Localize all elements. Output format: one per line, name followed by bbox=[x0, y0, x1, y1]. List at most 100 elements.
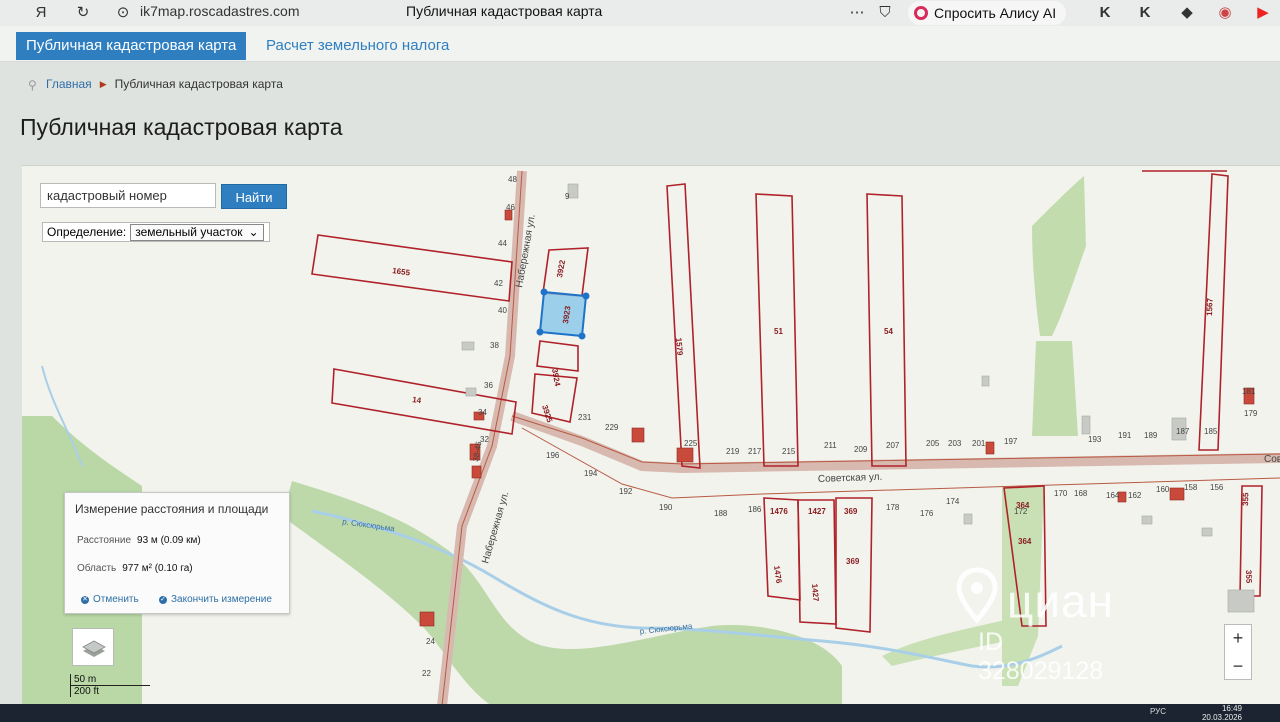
extension-k2-icon[interactable]: K bbox=[1134, 3, 1156, 23]
measure-panel: Измерение расстояния и площади Расстояни… bbox=[64, 492, 290, 614]
measure-vertex[interactable] bbox=[536, 328, 544, 336]
house-number: 34 bbox=[478, 408, 487, 417]
house-number: 225 bbox=[684, 439, 698, 448]
house-number: 170 bbox=[1054, 489, 1068, 498]
parcel[interactable] bbox=[542, 247, 589, 297]
parcel[interactable] bbox=[331, 368, 517, 435]
house-number: 191 bbox=[1118, 431, 1132, 440]
layers-button[interactable] bbox=[72, 628, 114, 666]
definition-select[interactable]: земельный участок ⌄ bbox=[130, 223, 264, 241]
house-number: 217 bbox=[748, 447, 762, 456]
finish-measure-button[interactable]: ✓ Закончить измерение bbox=[159, 594, 272, 605]
parcel-number: 364 bbox=[1018, 537, 1032, 546]
house-number: 186 bbox=[748, 505, 762, 514]
parcel-number: 3922 bbox=[555, 259, 567, 279]
house-number: 38 bbox=[490, 341, 499, 350]
cadastral-map[interactable]: Набережная ул. Набережная ул. Советская ул… bbox=[22, 165, 1280, 705]
building bbox=[1081, 415, 1091, 435]
scale-metric: 50 m bbox=[70, 674, 150, 686]
house-number: 194 bbox=[584, 469, 598, 478]
measure-vertex[interactable] bbox=[540, 288, 548, 296]
parcel[interactable] bbox=[666, 183, 701, 469]
parcel-number: 1476 bbox=[770, 507, 788, 516]
parcel[interactable] bbox=[797, 499, 837, 625]
house-number: 164 bbox=[1106, 491, 1120, 500]
cancel-measure-button[interactable]: ✕ Отменить bbox=[81, 594, 139, 605]
building bbox=[419, 611, 435, 627]
house-number: 40 bbox=[498, 306, 507, 315]
house-number: 196 bbox=[546, 451, 560, 460]
parcel-number: 3924 bbox=[550, 368, 562, 388]
house-number: 48 bbox=[508, 175, 517, 184]
parcel[interactable] bbox=[311, 234, 513, 302]
distance-label: Расстояние bbox=[77, 535, 132, 546]
distance-value: 93 м (0.09 км) bbox=[137, 535, 201, 546]
record-icon[interactable]: ◉ bbox=[1214, 3, 1236, 23]
house-number: 168 bbox=[1074, 489, 1088, 498]
layers-icon bbox=[82, 640, 106, 657]
tab-land-tax[interactable]: Расчет земельного налога bbox=[256, 32, 459, 60]
building bbox=[985, 441, 995, 455]
taskbar: РУС 16:49 20.03.2026 bbox=[0, 704, 1280, 722]
measure-title: Измерение расстояния и площади bbox=[75, 502, 269, 516]
input-language[interactable]: РУС bbox=[1150, 707, 1166, 716]
definition-selector: Определение: земельный участок ⌄ bbox=[42, 222, 270, 242]
bookmark-icon[interactable]: ⛉ bbox=[874, 3, 896, 23]
cancel-label: Отменить bbox=[93, 594, 139, 605]
house-number: 46 bbox=[506, 203, 515, 212]
alice-label: Спросить Алису AI bbox=[934, 5, 1057, 21]
distance-row: Расстояние 93 м (0.09 км) bbox=[77, 535, 201, 546]
address-bar[interactable]: ik7map.roscadastres.com bbox=[140, 3, 300, 19]
area-row: Область 977 м² (0.10 га) bbox=[77, 563, 193, 574]
breadcrumb-home[interactable]: Главная bbox=[46, 77, 92, 91]
shield-icon[interactable]: ◆ bbox=[1176, 3, 1198, 23]
site-info-icon[interactable]: ⊙ bbox=[112, 3, 134, 23]
street-label: Набережная ул. bbox=[479, 490, 511, 565]
street-label: Советская ул. bbox=[818, 472, 883, 485]
yandex-icon[interactable]: Я bbox=[30, 3, 52, 23]
parcel-number: 355 bbox=[1244, 570, 1253, 584]
parcel-number: 355 bbox=[1241, 492, 1250, 506]
house-number: 158 bbox=[1184, 483, 1198, 492]
finish-label: Закончить измерение bbox=[171, 594, 272, 605]
building bbox=[1169, 487, 1185, 501]
house-number: 172 bbox=[1014, 507, 1028, 516]
tab-cadastral-map[interactable]: Публичная кадастровая карта bbox=[16, 32, 247, 60]
house-number: 229 bbox=[605, 423, 619, 432]
youtube-icon[interactable]: ▶ bbox=[1252, 3, 1274, 23]
building bbox=[465, 387, 477, 397]
measure-vertex[interactable] bbox=[578, 332, 586, 340]
find-button[interactable]: Найти bbox=[221, 184, 287, 209]
house-number: 201 bbox=[972, 439, 986, 448]
parcel-number: 51 bbox=[774, 327, 783, 336]
house-number: 192 bbox=[619, 487, 633, 496]
cian-name: циан bbox=[1007, 575, 1115, 627]
parcel-number: 369 bbox=[844, 507, 858, 516]
house-number: 24 bbox=[426, 637, 435, 646]
reload-icon[interactable]: ↻ bbox=[72, 3, 94, 23]
cadastral-search-input[interactable] bbox=[40, 183, 216, 208]
parcel-number: 1655 bbox=[392, 266, 411, 277]
house-number: 162 bbox=[1128, 491, 1142, 500]
zoom-out-button[interactable]: − bbox=[1225, 653, 1251, 681]
clock[interactable]: 16:49 20.03.2026 bbox=[1202, 704, 1242, 722]
area-value: 977 м² (0.10 га) bbox=[122, 563, 193, 574]
house-number: 174 bbox=[946, 497, 960, 506]
extension-k-icon[interactable]: K bbox=[1094, 3, 1116, 23]
alice-button[interactable]: Спросить Алису AI bbox=[908, 1, 1067, 25]
cian-logo-icon bbox=[956, 567, 998, 624]
definition-label: Определение: bbox=[47, 225, 127, 239]
greenery bbox=[1032, 341, 1078, 436]
measure-vertex[interactable] bbox=[582, 292, 590, 300]
building bbox=[981, 375, 990, 387]
cancel-icon: ✕ bbox=[81, 595, 89, 604]
listing-id: ID 328029128 bbox=[978, 628, 1104, 685]
zoom-in-button[interactable]: + bbox=[1225, 625, 1251, 653]
more-icon[interactable]: ⋯ bbox=[846, 3, 868, 23]
parcel-number: 14 bbox=[412, 395, 423, 405]
location-pin-icon: ⚲ bbox=[28, 78, 37, 92]
building bbox=[461, 341, 475, 351]
house-number: 203 bbox=[948, 439, 962, 448]
parcel[interactable] bbox=[536, 340, 579, 372]
building bbox=[471, 465, 482, 479]
